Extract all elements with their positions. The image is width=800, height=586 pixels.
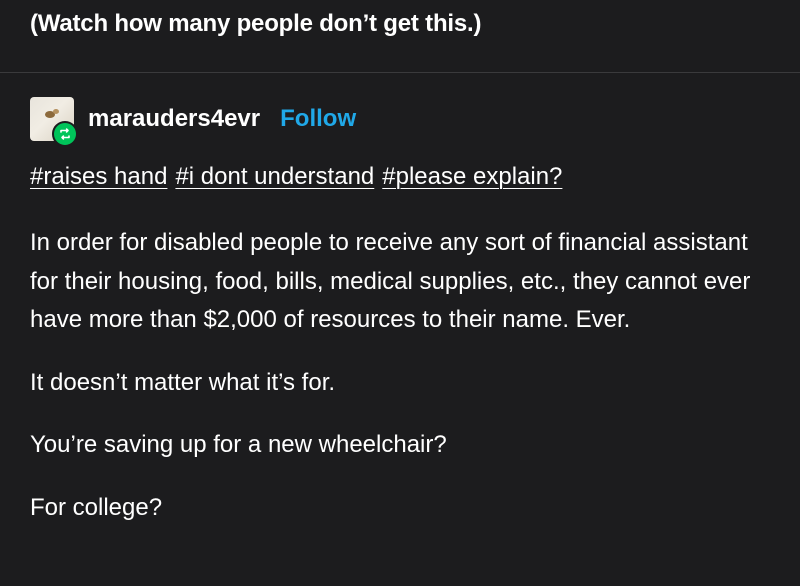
tag-link[interactable]: #please explain? xyxy=(382,163,562,191)
reblog-icon xyxy=(52,121,78,147)
tag-link[interactable]: #i dont understand xyxy=(175,163,374,191)
tag-link[interactable]: #raises hand xyxy=(30,163,167,191)
post-paragraph: It doesn’t matter what it’s for. xyxy=(30,368,336,396)
avatar[interactable] xyxy=(30,97,78,147)
post-paragraph: For college? xyxy=(30,493,163,521)
follow-button[interactable]: Follow xyxy=(280,105,356,133)
tag-list: #raises hand #i dont understand #please … xyxy=(30,163,562,191)
username-link[interactable]: marauders4evr xyxy=(88,105,260,133)
post-top-line: (Watch how many people don’t get this.) xyxy=(30,10,482,37)
post-body: In order for disabled people to receive … xyxy=(30,224,780,551)
divider xyxy=(0,72,800,73)
reblog-header: marauders4evr Follow xyxy=(30,97,356,147)
post-paragraph: You’re saving up for a new wheelchair? xyxy=(30,431,447,458)
post-paragraph: In order for disabled people to receive … xyxy=(30,229,751,333)
avatar-detail xyxy=(53,109,59,114)
